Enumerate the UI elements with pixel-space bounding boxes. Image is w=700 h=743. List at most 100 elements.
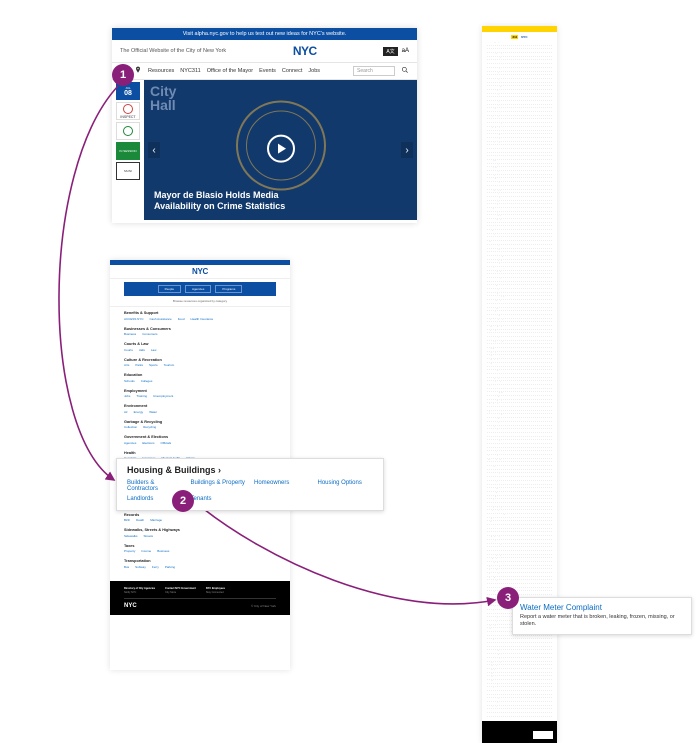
- search-input[interactable]: Search: [353, 66, 395, 76]
- category-link[interactable]: Business: [157, 549, 169, 553]
- badge-311[interactable]: 311: [511, 35, 518, 39]
- footer-col-1: Directory of City Agencies Notify NYC: [124, 587, 155, 594]
- map-pin-icon[interactable]: [134, 66, 142, 76]
- category-link[interactable]: Health Insurance: [191, 317, 214, 321]
- category-block: Education Schools Colleges: [124, 373, 276, 383]
- category-link[interactable]: Agencies: [124, 441, 136, 445]
- nav-nyc311[interactable]: NYC311: [180, 68, 200, 74]
- category-link[interactable]: Sidewalks: [124, 534, 138, 538]
- panel-311-list: 311 NYC Water Billing DisputeWater Conse…: [482, 26, 557, 743]
- tab-programs[interactable]: Programs: [215, 285, 242, 293]
- link-buildings-property[interactable]: Buildings & Property: [191, 480, 247, 492]
- p2-footer: Directory of City Agencies Notify NYC Co…: [110, 581, 290, 615]
- category-link[interactable]: Food: [178, 317, 185, 321]
- category-link[interactable]: Birth: [124, 518, 130, 522]
- nyc-logo[interactable]: NYC: [192, 267, 208, 276]
- category-link[interactable]: Jobs: [124, 394, 130, 398]
- category-link[interactable]: Parks: [135, 363, 143, 367]
- category-title[interactable]: Courts & Law: [124, 342, 276, 346]
- category-link[interactable]: Business: [124, 332, 136, 336]
- nav-mayor[interactable]: Office of the Mayor: [207, 68, 253, 74]
- category-link[interactable]: Arts: [124, 363, 129, 367]
- category-link[interactable]: Death: [136, 518, 144, 522]
- category-title[interactable]: Health: [124, 451, 276, 455]
- category-link[interactable]: Cash Assistance: [150, 317, 172, 321]
- category-link[interactable]: Consumers: [142, 332, 157, 336]
- category-link[interactable]: Air: [124, 410, 128, 414]
- search-icon[interactable]: [401, 66, 409, 76]
- link-housing-options[interactable]: Housing Options: [318, 480, 374, 492]
- category-title[interactable]: Sidewalks, Streets & Highways: [124, 528, 276, 532]
- category-link[interactable]: Property: [124, 549, 135, 553]
- category-block: Sidewalks, Streets & Highways Sidewalks St…: [124, 528, 276, 538]
- nav-jobs[interactable]: Jobs: [308, 68, 320, 74]
- category-title[interactable]: Garbage & Recycling: [124, 420, 276, 424]
- category-block: Culture & RecreationArts Parks Sports Touri…: [124, 358, 276, 368]
- category-link[interactable]: Parking: [165, 565, 175, 569]
- category-link[interactable]: Subway: [135, 565, 146, 569]
- play-icon[interactable]: [267, 135, 295, 163]
- nav-events[interactable]: Events: [259, 68, 276, 74]
- category-link[interactable]: Courts: [124, 348, 133, 352]
- nav-connect[interactable]: Connect: [282, 68, 303, 74]
- list-item[interactable]: Business Tax: [487, 713, 552, 717]
- category-link[interactable]: Colleges: [141, 379, 153, 383]
- tab-people[interactable]: People: [158, 285, 181, 293]
- link-tenants[interactable]: Tenants: [191, 496, 247, 502]
- nav-resources[interactable]: Resources: [148, 68, 174, 74]
- category-link[interactable]: Unemployment: [153, 394, 173, 398]
- text-size-toggle[interactable]: aA: [402, 48, 409, 54]
- category-link[interactable]: Streets: [144, 534, 154, 538]
- category-title[interactable]: Environment: [124, 404, 276, 408]
- carousel-next-icon[interactable]: ›: [401, 142, 413, 158]
- category-link[interactable]: Training: [136, 394, 147, 398]
- category-block: Businesses & ConsumersBusiness Consumers: [124, 327, 276, 337]
- side-tile-3[interactable]: [116, 122, 140, 140]
- category-title[interactable]: Transportation: [124, 559, 276, 563]
- category-title[interactable]: Benefits & Support: [124, 311, 276, 315]
- nyc-logo[interactable]: NYC: [124, 603, 137, 609]
- link-builders-contractors[interactable]: Builders & Contractors: [127, 480, 183, 492]
- alpha-banner[interactable]: Visit alpha.nyc.gov to help us test out …: [112, 28, 417, 40]
- hero-slide[interactable]: City Hall Mayor de Blasio Holds Media Av…: [144, 80, 417, 220]
- category-title[interactable]: Businesses & Consumers: [124, 327, 276, 331]
- category-title[interactable]: Culture & Recreation: [124, 358, 276, 362]
- category-link[interactable]: Law: [151, 348, 157, 352]
- category-title[interactable]: Government & Elections: [124, 435, 276, 439]
- callout3-title[interactable]: Water Meter Complaint: [520, 603, 684, 612]
- side-session-tile[interactable]: IN SESSION: [116, 142, 140, 160]
- category-link[interactable]: Tourism: [164, 363, 175, 367]
- category-title[interactable]: Taxes: [124, 544, 276, 548]
- category-links: Sidewalks Streets: [124, 534, 276, 538]
- category-title[interactable]: Education: [124, 373, 276, 377]
- side-muni-tile[interactable]: MUNI: [116, 162, 140, 180]
- category-link[interactable]: ACCESS NYC: [124, 317, 144, 321]
- carousel-prev-icon[interactable]: ‹: [148, 142, 160, 158]
- category-block: Transportation Bus Subway Ferry Parking: [124, 559, 276, 569]
- side-inspect-tile[interactable]: INSPECT: [116, 102, 140, 120]
- category-link[interactable]: Water: [149, 410, 157, 414]
- category-link[interactable]: Sports: [149, 363, 158, 367]
- category-link[interactable]: Marriage: [150, 518, 162, 522]
- category-link[interactable]: Jails: [139, 348, 145, 352]
- category-links: ACCESS NYC Cash Assistance Food Health Insu…: [124, 317, 276, 321]
- category-link[interactable]: Energy: [134, 410, 144, 414]
- language-toggle[interactable]: A文: [383, 47, 397, 56]
- category-title[interactable]: Employment: [124, 389, 276, 393]
- link-homeowners[interactable]: Homeowners: [254, 480, 310, 492]
- category-link[interactable]: Officials: [161, 441, 172, 445]
- category-title[interactable]: Records: [124, 513, 276, 517]
- footer-col-2: Contact NYC Government City Store: [165, 587, 196, 594]
- nyc-logo[interactable]: NYC: [521, 35, 527, 39]
- category-link[interactable]: Schools: [124, 379, 135, 383]
- category-link[interactable]: Collection: [124, 425, 137, 429]
- category-links: Business Consumers: [124, 332, 276, 336]
- category-link[interactable]: Recycling: [143, 425, 156, 429]
- tab-agencies[interactable]: Agencies: [185, 285, 211, 293]
- p3-yellow-stripe: [482, 26, 557, 32]
- nyc-logo[interactable]: NYC: [293, 44, 317, 58]
- category-link[interactable]: Income: [141, 549, 151, 553]
- category-link[interactable]: Ferry: [152, 565, 159, 569]
- category-link[interactable]: Elections: [142, 441, 154, 445]
- category-link[interactable]: Bus: [124, 565, 129, 569]
